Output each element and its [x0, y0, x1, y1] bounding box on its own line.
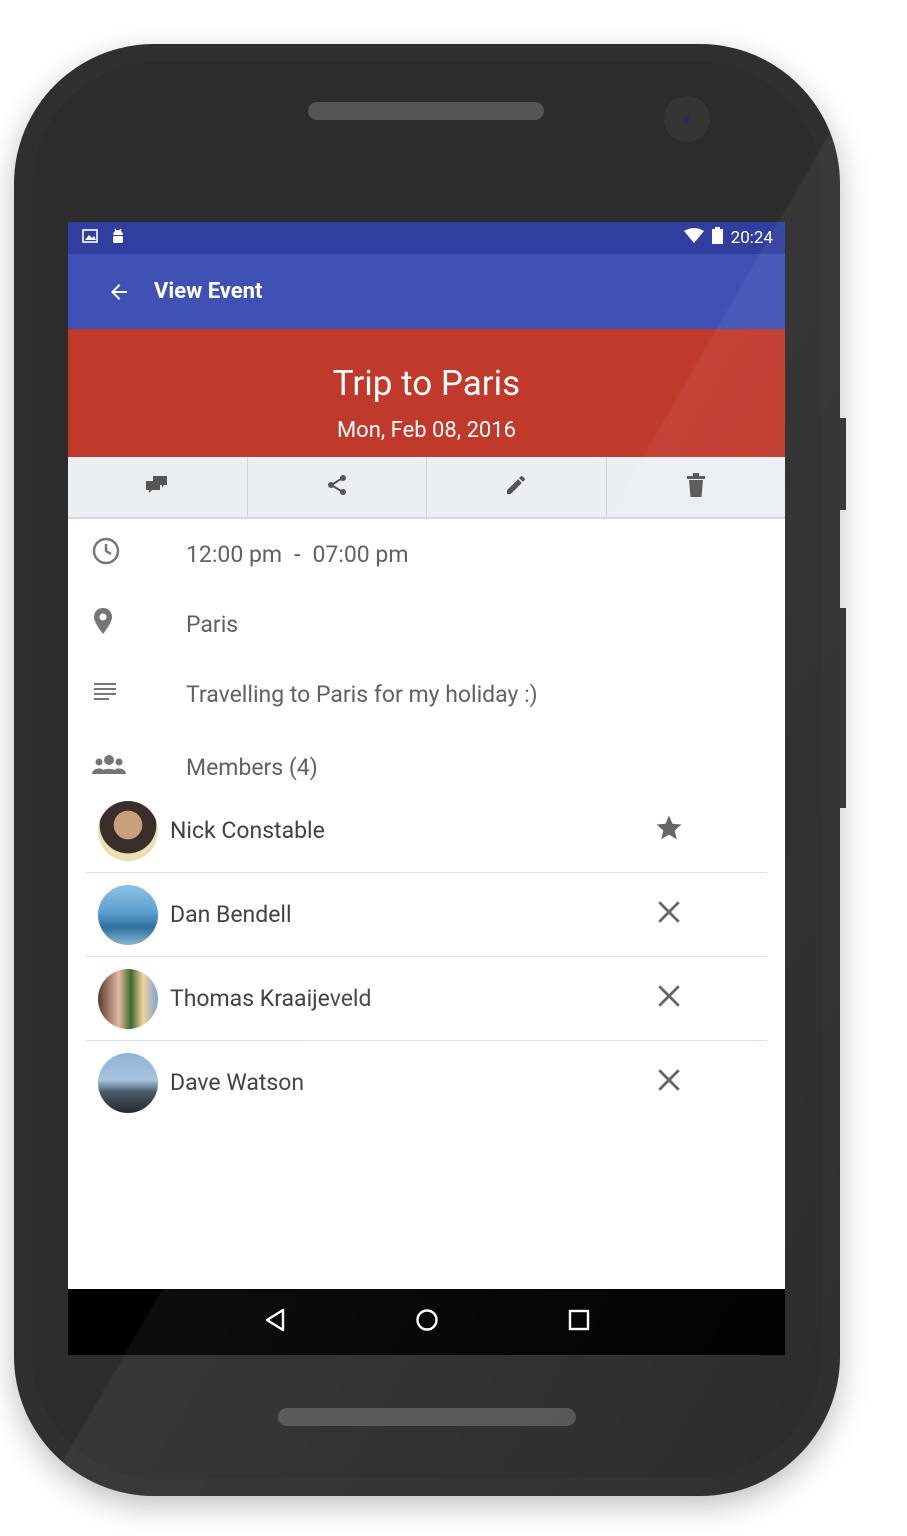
- chat-button[interactable]: [68, 457, 248, 517]
- notes-icon: [92, 680, 118, 708]
- delete-button[interactable]: [607, 457, 786, 517]
- members-list: Nick Constable Dan Bendell Thomas Kraaij…: [68, 789, 785, 1124]
- member-row[interactable]: Thomas Kraaijeveld: [86, 957, 767, 1041]
- battery-icon: [711, 227, 723, 249]
- remove-member-button[interactable]: [639, 1067, 699, 1099]
- screen: 20:24 View Event Trip to Paris Mon, Feb …: [68, 222, 785, 1355]
- close-icon: [656, 1067, 682, 1099]
- organizer-star-button[interactable]: [639, 813, 699, 849]
- event-description: Travelling to Paris for my holiday :): [186, 680, 538, 708]
- remove-member-button[interactable]: [639, 899, 699, 931]
- time-start: 12:00 pm: [186, 540, 283, 568]
- event-description-row: Travelling to Paris for my holiday :): [68, 659, 785, 729]
- event-title: Trip to Paris: [332, 363, 521, 404]
- nav-recents-button[interactable]: [558, 1301, 600, 1343]
- location-pin-icon: [92, 607, 114, 641]
- member-row[interactable]: Nick Constable: [86, 789, 767, 873]
- event-header: Trip to Paris Mon, Feb 08, 2016: [68, 329, 785, 457]
- time-end: 07:00 pm: [312, 540, 409, 568]
- app-bar-title: View Event: [154, 279, 263, 304]
- remove-member-button[interactable]: [639, 983, 699, 1015]
- event-date: Mon, Feb 08, 2016: [336, 418, 517, 443]
- close-icon: [656, 983, 682, 1015]
- star-icon: [654, 813, 684, 849]
- front-camera: [664, 96, 710, 142]
- status-bar: 20:24: [68, 222, 785, 254]
- image-icon: [82, 228, 98, 249]
- event-location: Paris: [186, 610, 239, 638]
- member-row[interactable]: Dave Watson: [86, 1041, 767, 1124]
- close-icon: [656, 899, 682, 931]
- system-nav-bar: [68, 1289, 785, 1355]
- avatar: [98, 1052, 158, 1113]
- share-button[interactable]: [248, 457, 427, 517]
- event-location-row: Paris: [68, 589, 785, 659]
- avatar: [98, 884, 158, 945]
- circle-home-icon: [415, 1308, 439, 1336]
- android-icon: [110, 227, 126, 250]
- edit-icon: [504, 473, 528, 501]
- avatar: [98, 968, 158, 1029]
- app-bar: View Event: [68, 254, 785, 329]
- share-icon: [325, 473, 349, 501]
- square-recents-icon: [568, 1309, 590, 1335]
- event-action-bar: [68, 457, 785, 519]
- members-label: Members (4): [186, 753, 318, 781]
- triangle-back-icon: [264, 1308, 286, 1336]
- earpiece-speaker: [308, 102, 544, 120]
- avatar: [98, 800, 158, 861]
- member-name: Thomas Kraaijeveld: [170, 985, 372, 1012]
- status-time: 20:24: [730, 228, 773, 248]
- member-name: Dave Watson: [170, 1069, 305, 1096]
- group-icon: [92, 752, 126, 782]
- edit-button[interactable]: [427, 457, 607, 517]
- volume-button: [840, 608, 846, 808]
- clock-icon: [92, 537, 120, 571]
- delete-icon: [685, 472, 707, 502]
- chat-icon: [144, 473, 170, 501]
- time-separator: -: [294, 540, 301, 568]
- nav-back-button[interactable]: [254, 1301, 296, 1343]
- power-button: [840, 418, 846, 510]
- member-name: Dan Bendell: [170, 901, 292, 928]
- wifi-icon: [683, 227, 704, 249]
- event-time-row: 12:00 pm - 07:00 pm: [68, 519, 785, 589]
- member-row[interactable]: Dan Bendell: [86, 873, 767, 957]
- back-arrow-icon[interactable]: [104, 277, 134, 307]
- bottom-speaker: [278, 1408, 576, 1426]
- member-name: Nick Constable: [170, 817, 325, 844]
- nav-home-button[interactable]: [406, 1301, 448, 1343]
